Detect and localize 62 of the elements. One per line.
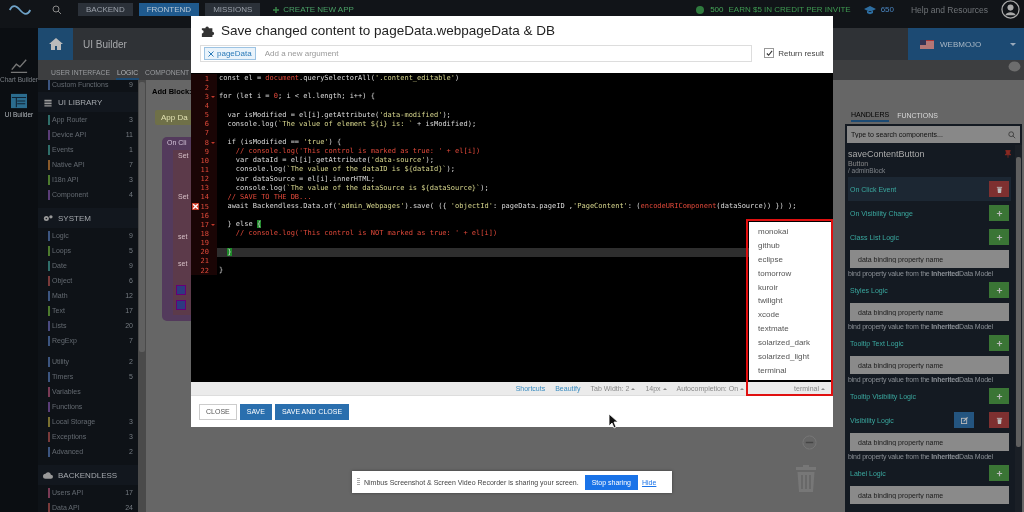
layout-icon: [10, 93, 28, 109]
trash-icon: [995, 416, 1003, 424]
edit-icon: [960, 416, 968, 424]
logo-icon[interactable]: [8, 3, 32, 16]
chat-icon[interactable]: [1008, 61, 1021, 72]
section-header[interactable]: SYSTEM: [38, 208, 138, 228]
add-button[interactable]: [989, 282, 1009, 298]
error-icon: [191, 203, 199, 211]
pin-icon[interactable]: [1005, 150, 1011, 158]
arguments-field[interactable]: pageData Add a new argument: [200, 45, 753, 62]
credits-count: 500: [710, 5, 724, 14]
section-title: SYSTEM: [58, 213, 91, 223]
flag-icon: [920, 39, 934, 49]
nav-tab[interactable]: BACKEND: [78, 3, 133, 16]
gears-icon: [43, 213, 53, 223]
zoom-out-icon[interactable]: [802, 435, 817, 450]
app-selector[interactable]: WEBMOJO: [908, 28, 1024, 60]
delete-button[interactable]: [989, 181, 1009, 197]
home-icon: [48, 38, 63, 50]
plus-icon: [995, 233, 1003, 241]
home-button[interactable]: [38, 28, 73, 60]
plus-icon: [995, 392, 1003, 400]
avatar-icon[interactable]: [1001, 0, 1020, 19]
trash-icon: [995, 185, 1003, 193]
page-title: UI Builder: [83, 38, 127, 50]
edit-button[interactable]: [954, 412, 974, 428]
argument-chip[interactable]: pageData: [204, 47, 256, 60]
plus-icon: [995, 209, 1003, 217]
plus-icon: [272, 5, 281, 14]
chart-icon: [10, 58, 28, 74]
add-button[interactable]: [989, 205, 1009, 221]
checkbox-label[interactable]: Return result: [778, 48, 824, 58]
plus-icon: [995, 286, 1003, 294]
stack-icon: [43, 97, 53, 107]
add-button[interactable]: [989, 388, 1009, 404]
graduation-cap-icon: [863, 4, 876, 15]
section-header[interactable]: UI LIBRARY: [38, 92, 138, 112]
code-editor[interactable]: [191, 73, 833, 382]
section-header[interactable]: BACKENDLESS: [38, 465, 138, 485]
checkbox[interactable]: [764, 48, 775, 58]
add-button[interactable]: [989, 465, 1009, 481]
remove-icon[interactable]: [208, 50, 214, 57]
cloud-icon: [43, 470, 53, 480]
plus-icon: [995, 339, 1003, 347]
nav-tab[interactable]: MISSIONS: [205, 3, 261, 16]
search-icon: [1008, 131, 1016, 139]
nav-tab[interactable]: FRONTEND: [138, 3, 200, 16]
plus-icon: [995, 469, 1003, 477]
search-icon[interactable]: [52, 4, 62, 15]
component-name: saveContentButton: [848, 149, 925, 159]
section-title: UI LIBRARY: [58, 97, 103, 107]
section-title: BACKENDLESS: [58, 470, 118, 480]
drag-handle-icon[interactable]: [357, 478, 360, 486]
invite-link[interactable]: EARN $5 IN CREDIT PER INVITE: [728, 5, 851, 14]
add-button[interactable]: [989, 335, 1009, 351]
add-button[interactable]: [989, 229, 1009, 245]
dialog-title: Save changed content to pageData.webpageData & DB: [221, 22, 555, 38]
create-app-link[interactable]: CREATE NEW APP: [283, 5, 354, 14]
delete-button[interactable]: [989, 412, 1009, 428]
points-count: 650: [880, 5, 894, 14]
help-link[interactable]: Help and Resources: [911, 4, 988, 15]
coin-icon: [695, 4, 706, 15]
